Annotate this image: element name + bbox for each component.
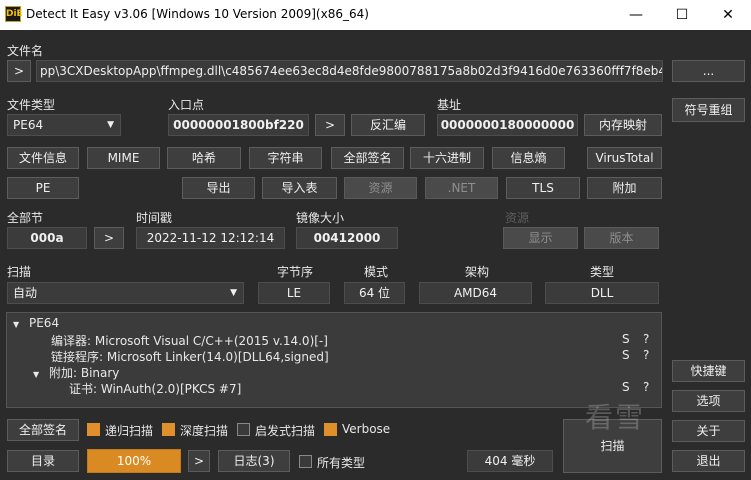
browse-button[interactable]: ... bbox=[672, 60, 745, 82]
memory-map-button[interactable]: 内存映射 bbox=[584, 114, 662, 136]
tree-item-certificate[interactable]: 证书: WinAuth(2.0)[PKCS #7] bbox=[69, 380, 241, 397]
endian-field: LE bbox=[258, 282, 330, 304]
mode-label: 模式 bbox=[364, 265, 389, 279]
tree-item-linker[interactable]: 链接程序: Microsoft Linker(14.0)[DLL64,signe… bbox=[51, 348, 329, 365]
file-type-value: PE64 bbox=[13, 118, 44, 132]
file-type-select[interactable]: PE64 ▼ bbox=[7, 114, 121, 136]
heuristic-scan-label[interactable]: 启发式扫描 bbox=[255, 422, 315, 439]
results-tree[interactable]: ▼ PE64 编译器: Microsoft Visual C/C++(2015 … bbox=[6, 312, 662, 408]
all-types-label[interactable]: 所有类型 bbox=[317, 454, 365, 471]
tree-item-compiler[interactable]: 编译器: Microsoft Visual C/C++(2015 v.14.0)… bbox=[51, 332, 328, 349]
mode-field: 64 位 bbox=[344, 282, 405, 304]
verbose-label[interactable]: Verbose bbox=[342, 422, 390, 436]
die-logo-icon: DiE bbox=[5, 6, 23, 22]
shortcuts-button[interactable]: 快捷键 bbox=[672, 360, 745, 382]
signature-s-button[interactable]: S bbox=[622, 348, 630, 362]
progress-go-button[interactable]: > bbox=[188, 450, 210, 472]
overlay-button[interactable]: 附加 bbox=[587, 177, 662, 199]
scan-mode-value: 自动 bbox=[13, 286, 38, 300]
timestamp-field: 2022-11-12 12:12:14 bbox=[136, 227, 285, 249]
recursive-scan-checkbox[interactable] bbox=[87, 423, 100, 436]
export-button[interactable]: 导出 bbox=[182, 177, 255, 199]
filetype-field: DLL bbox=[545, 282, 659, 304]
virustotal-button[interactable]: VirusTotal bbox=[587, 147, 662, 169]
arch-field: AMD64 bbox=[419, 282, 532, 304]
exit-button[interactable]: 退出 bbox=[672, 450, 745, 472]
close-button[interactable]: ✕ bbox=[705, 0, 751, 30]
chevron-down-icon: ▼ bbox=[230, 288, 237, 298]
tree-root[interactable]: ▼ PE64 bbox=[13, 316, 59, 330]
chevron-down-icon: ▼ bbox=[13, 320, 20, 329]
resources-version-button[interactable]: 版本 bbox=[584, 227, 659, 249]
window-title: Detect It Easy v3.06 [Windows 10 Version… bbox=[26, 7, 369, 21]
heuristic-scan-checkbox[interactable] bbox=[237, 423, 250, 436]
base-address-label: 基址 bbox=[437, 98, 462, 112]
strings-button[interactable]: 字符串 bbox=[249, 147, 322, 169]
scan-progress-bar: 100% bbox=[87, 449, 181, 473]
entry-point-go-button[interactable]: > bbox=[315, 114, 345, 136]
info-q-button[interactable]: ? bbox=[643, 380, 649, 394]
import-button[interactable]: 导入表 bbox=[262, 177, 337, 199]
elapsed-time-field: 404 毫秒 bbox=[467, 450, 553, 472]
resources-show-button[interactable]: 显示 bbox=[503, 227, 578, 249]
image-size-field: 00412000 bbox=[296, 227, 398, 249]
all-types-checkbox[interactable] bbox=[299, 455, 312, 468]
type-label: 类型 bbox=[590, 265, 615, 279]
hex-button[interactable]: 十六进制 bbox=[410, 147, 484, 169]
file-type-label: 文件类型 bbox=[7, 98, 56, 112]
tree-item-overlay[interactable]: ▼ 附加: Binary bbox=[33, 364, 119, 381]
symbols-button[interactable]: 符号重组 bbox=[672, 98, 745, 122]
hash-button[interactable]: 哈希 bbox=[167, 147, 241, 169]
entropy-button[interactable]: 信息熵 bbox=[492, 147, 565, 169]
about-button[interactable]: 关于 bbox=[672, 420, 745, 442]
watermark-logo: 看雪 bbox=[585, 401, 646, 434]
open-file-button[interactable]: > bbox=[7, 60, 31, 82]
scan-mode-select[interactable]: 自动 ▼ bbox=[7, 282, 244, 304]
chevron-down-icon: ▼ bbox=[107, 120, 114, 130]
image-size-label: 镜像大小 bbox=[296, 211, 345, 225]
all-signatures-button[interactable]: 全部签名 bbox=[7, 419, 79, 441]
endian-label: 字节序 bbox=[277, 265, 314, 279]
title-bar: DiE Detect It Easy v3.06 [Windows 10 Ver… bbox=[0, 0, 751, 30]
options-button[interactable]: 选项 bbox=[672, 390, 745, 412]
tls-button[interactable]: TLS bbox=[506, 177, 580, 199]
log-button[interactable]: 日志(3) bbox=[218, 450, 290, 472]
directory-button[interactable]: 目录 bbox=[7, 450, 79, 472]
pe-button[interactable]: PE bbox=[7, 177, 79, 199]
entry-point-label: 入口点 bbox=[168, 98, 205, 112]
deep-scan-checkbox[interactable] bbox=[162, 423, 175, 436]
sections-label: 全部节 bbox=[7, 211, 44, 225]
resources-panel-label: 资源 bbox=[505, 211, 530, 225]
mime-button[interactable]: MIME bbox=[87, 147, 160, 169]
signature-s-button[interactable]: S bbox=[622, 332, 630, 346]
info-q-button[interactable]: ? bbox=[643, 348, 649, 362]
scan-label: 扫描 bbox=[7, 265, 32, 279]
info-q-button[interactable]: ? bbox=[643, 332, 649, 346]
arch-label: 架构 bbox=[465, 265, 490, 279]
signatures-button[interactable]: 全部签名 bbox=[331, 147, 404, 169]
entry-point-field: 00000001800bf220 bbox=[168, 114, 309, 136]
sections-go-button[interactable]: > bbox=[94, 227, 124, 249]
verbose-checkbox[interactable] bbox=[324, 423, 337, 436]
dotnet-button[interactable]: .NET bbox=[425, 177, 498, 199]
deep-scan-label[interactable]: 深度扫描 bbox=[180, 422, 228, 439]
minimize-button[interactable]: — bbox=[613, 0, 659, 30]
chevron-down-icon: ▼ bbox=[33, 370, 40, 379]
file-info-button[interactable]: 文件信息 bbox=[7, 147, 79, 169]
maximize-button[interactable]: ☐ bbox=[659, 0, 705, 30]
recursive-scan-label[interactable]: 递归扫描 bbox=[105, 422, 153, 439]
base-address-field: 0000000180000000 bbox=[437, 114, 578, 136]
file-name-label: 文件名 bbox=[7, 44, 44, 58]
signature-s-button[interactable]: S bbox=[622, 380, 630, 394]
sections-count-field: 000a bbox=[7, 227, 87, 249]
disassemble-button[interactable]: 反汇编 bbox=[351, 114, 425, 136]
resources-button[interactable]: 资源 bbox=[344, 177, 417, 199]
file-path-input[interactable]: pp\3CXDesktopApp\ffmpeg.dll\c485674ee63e… bbox=[36, 60, 663, 82]
timestamp-label: 时间戳 bbox=[136, 211, 173, 225]
